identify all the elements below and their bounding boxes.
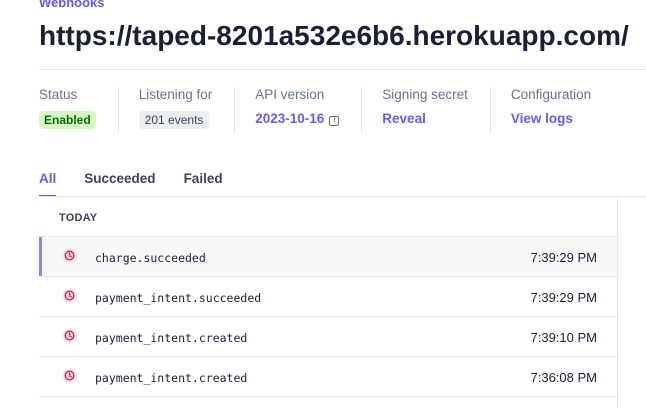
clock-icon: [62, 248, 77, 263]
breadcrumb-webhooks[interactable]: Webhooks: [39, 0, 105, 10]
event-name: payment_intent.created: [95, 371, 248, 385]
tab-succeeded[interactable]: Succeeded: [84, 171, 155, 197]
info-icon[interactable]: i: [329, 116, 340, 126]
reveal-secret-link[interactable]: Reveal: [382, 111, 426, 126]
api-version-link[interactable]: 2023-10-16: [255, 111, 324, 126]
clock-icon: [62, 368, 77, 383]
event-name: charge.succeeded: [95, 251, 206, 265]
view-logs-link[interactable]: View logs: [511, 111, 573, 126]
event-time: 7:36:08 PM: [530, 370, 598, 385]
api-version-label: API version: [255, 87, 325, 102]
event-detail-panel: [618, 197, 646, 408]
meta-signing-secret: Signing secret Reveal: [382, 87, 491, 133]
tab-failed[interactable]: Failed: [184, 171, 223, 197]
clock-icon: [62, 288, 77, 303]
event-row[interactable]: charge.succeeded 7:39:29 PM: [39, 237, 617, 277]
webhook-meta: Status Enabled Listening for 201 events …: [39, 87, 591, 133]
event-list: TODAY charge.succeeded 7:39:29 PM paymen…: [39, 197, 618, 408]
meta-status: Status Enabled: [39, 87, 119, 133]
page-title: https://taped-8201a532e6b6.herokuapp.com…: [39, 20, 629, 51]
tab-all[interactable]: All: [39, 171, 57, 197]
event-row[interactable]: payment_intent.created 7:39:10 PM: [39, 317, 617, 357]
listening-label: Listening for: [138, 87, 213, 102]
event-row[interactable]: payment_intent.succeeded 7:39:29 PM: [39, 277, 617, 317]
event-name: payment_intent.created: [95, 331, 248, 345]
event-time: 7:39:29 PM: [530, 290, 598, 305]
event-row[interactable]: payment_intent.created 7:36:08 PM: [39, 357, 617, 397]
meta-api-version: API version 2023-10-16 i: [255, 87, 363, 133]
event-tabs: All Succeeded Failed: [39, 171, 251, 197]
event-name: payment_intent.succeeded: [95, 291, 262, 305]
event-time: 7:39:29 PM: [530, 250, 598, 265]
webhook-detail-page: Webhooks https://taped-8201a532e6b6.hero…: [0, 0, 646, 408]
header-divider: [39, 69, 646, 70]
status-badge: Enabled: [39, 111, 96, 129]
configuration-label: Configuration: [510, 87, 592, 102]
status-label: Status: [39, 87, 78, 102]
clock-icon: [62, 328, 77, 343]
date-group-header: TODAY: [39, 197, 617, 237]
event-time: 7:39:10 PM: [530, 330, 598, 345]
meta-listening: Listening for 201 events: [138, 87, 236, 133]
events-count-badge[interactable]: 201 events: [138, 111, 210, 129]
signing-secret-label: Signing secret: [382, 87, 468, 102]
meta-configuration: Configuration View logs: [511, 87, 591, 133]
